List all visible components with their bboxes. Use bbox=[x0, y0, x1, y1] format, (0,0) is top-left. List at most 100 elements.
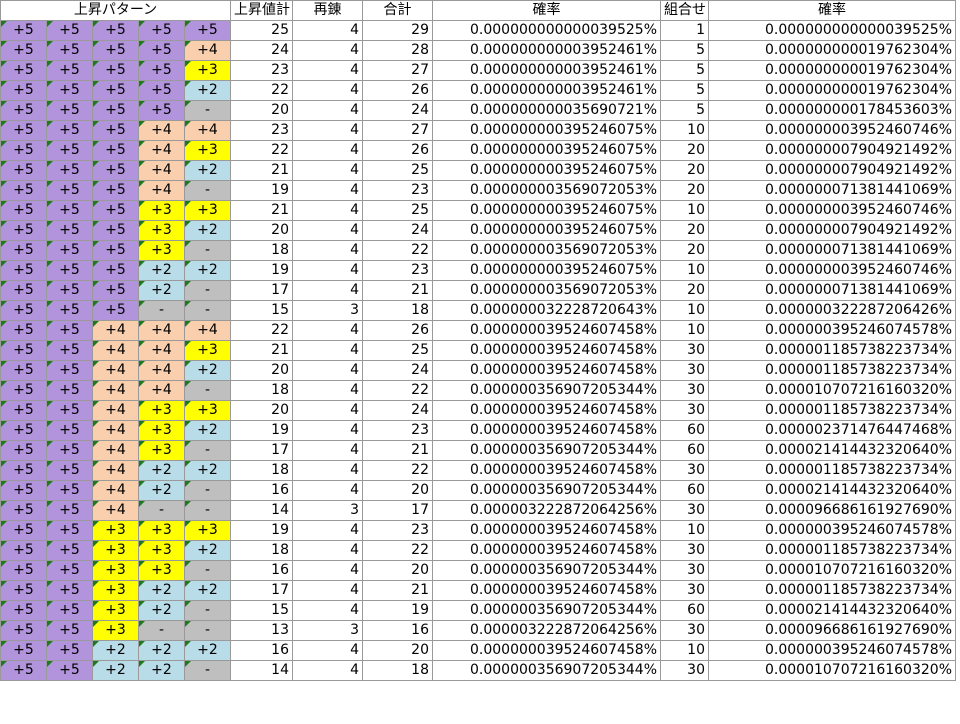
rise-total-cell[interactable]: 16 bbox=[230, 480, 293, 501]
pattern-cell[interactable]: +3 bbox=[92, 600, 139, 621]
total-cell[interactable]: 24 bbox=[362, 360, 433, 381]
pattern-cell[interactable]: +2 bbox=[138, 460, 185, 481]
pattern-cell[interactable]: +3 bbox=[184, 140, 231, 161]
total-cell[interactable]: 20 bbox=[362, 480, 433, 501]
pattern-cell[interactable]: +5 bbox=[46, 320, 93, 341]
probability-cell[interactable]: 0.000000039524607458% bbox=[432, 460, 661, 481]
pattern-cell[interactable]: +5 bbox=[92, 300, 139, 321]
pattern-cell[interactable]: +2 bbox=[184, 160, 231, 181]
probability2-cell[interactable]: 0.000001185738223734% bbox=[708, 340, 956, 361]
total-cell[interactable]: 18 bbox=[362, 660, 433, 681]
header-total[interactable]: 合計 bbox=[362, 0, 433, 21]
pattern-cell[interactable]: +5 bbox=[46, 240, 93, 261]
pattern-cell[interactable]: +2 bbox=[184, 540, 231, 561]
pattern-cell[interactable]: +5 bbox=[46, 640, 93, 661]
pattern-cell[interactable]: +4 bbox=[92, 500, 139, 521]
rise-total-cell[interactable]: 21 bbox=[230, 160, 293, 181]
pattern-cell[interactable]: +5 bbox=[92, 280, 139, 301]
pattern-cell[interactable]: +3 bbox=[92, 620, 139, 641]
total-cell[interactable]: 25 bbox=[362, 200, 433, 221]
renren-cell[interactable]: 4 bbox=[292, 600, 363, 621]
renren-cell[interactable]: 3 bbox=[292, 300, 363, 321]
total-cell[interactable]: 16 bbox=[362, 620, 433, 641]
rise-total-cell[interactable]: 18 bbox=[230, 460, 293, 481]
pattern-cell[interactable]: +4 bbox=[138, 120, 185, 141]
pattern-cell[interactable]: +5 bbox=[0, 580, 47, 601]
pattern-cell[interactable]: +4 bbox=[138, 360, 185, 381]
probability-cell[interactable]: 0.000000000395246075% bbox=[432, 120, 661, 141]
pattern-cell[interactable]: - bbox=[184, 100, 231, 121]
renren-cell[interactable]: 4 bbox=[292, 140, 363, 161]
rise-total-cell[interactable]: 18 bbox=[230, 240, 293, 261]
probability-cell[interactable]: 0.000000000000039525% bbox=[432, 20, 661, 41]
total-cell[interactable]: 18 bbox=[362, 300, 433, 321]
renren-cell[interactable]: 3 bbox=[292, 620, 363, 641]
probability2-cell[interactable]: 0.000000000019762304% bbox=[708, 80, 956, 101]
pattern-cell[interactable]: +3 bbox=[184, 200, 231, 221]
pattern-cell[interactable]: +4 bbox=[92, 340, 139, 361]
renren-cell[interactable]: 4 bbox=[292, 80, 363, 101]
renren-cell[interactable]: 4 bbox=[292, 220, 363, 241]
combinations-cell[interactable]: 30 bbox=[660, 460, 709, 481]
probability2-cell[interactable]: 0.000000395246074578% bbox=[708, 520, 956, 541]
probability-cell[interactable]: 0.000003222872064256% bbox=[432, 620, 661, 641]
pattern-cell[interactable]: +5 bbox=[46, 280, 93, 301]
renren-cell[interactable]: 4 bbox=[292, 160, 363, 181]
rise-total-cell[interactable]: 20 bbox=[230, 360, 293, 381]
probability-cell[interactable]: 0.000000039524607458% bbox=[432, 420, 661, 441]
combinations-cell[interactable]: 30 bbox=[660, 540, 709, 561]
rise-total-cell[interactable]: 22 bbox=[230, 320, 293, 341]
header-pattern[interactable]: 上昇パターン bbox=[0, 0, 231, 21]
pattern-cell[interactable]: +5 bbox=[46, 200, 93, 221]
total-cell[interactable]: 27 bbox=[362, 120, 433, 141]
total-cell[interactable]: 26 bbox=[362, 140, 433, 161]
rise-total-cell[interactable]: 18 bbox=[230, 540, 293, 561]
pattern-cell[interactable]: - bbox=[184, 660, 231, 681]
renren-cell[interactable]: 4 bbox=[292, 20, 363, 41]
pattern-cell[interactable]: +5 bbox=[138, 100, 185, 121]
pattern-cell[interactable]: +3 bbox=[138, 440, 185, 461]
combinations-cell[interactable]: 20 bbox=[660, 280, 709, 301]
pattern-cell[interactable]: +4 bbox=[92, 320, 139, 341]
pattern-cell[interactable]: +4 bbox=[184, 120, 231, 141]
renren-cell[interactable]: 4 bbox=[292, 340, 363, 361]
rise-total-cell[interactable]: 15 bbox=[230, 600, 293, 621]
total-cell[interactable]: 23 bbox=[362, 260, 433, 281]
probability-cell[interactable]: 0.000000032228720643% bbox=[432, 300, 661, 321]
total-cell[interactable]: 25 bbox=[362, 340, 433, 361]
pattern-cell[interactable]: +4 bbox=[138, 180, 185, 201]
combinations-cell[interactable]: 10 bbox=[660, 640, 709, 661]
combinations-cell[interactable]: 10 bbox=[660, 300, 709, 321]
pattern-cell[interactable]: +4 bbox=[92, 460, 139, 481]
combinations-cell[interactable]: 20 bbox=[660, 220, 709, 241]
pattern-cell[interactable]: +5 bbox=[0, 200, 47, 221]
pattern-cell[interactable]: +5 bbox=[46, 100, 93, 121]
pattern-cell[interactable]: - bbox=[138, 300, 185, 321]
rise-total-cell[interactable]: 21 bbox=[230, 340, 293, 361]
pattern-cell[interactable]: +3 bbox=[184, 340, 231, 361]
pattern-cell[interactable]: +5 bbox=[46, 60, 93, 81]
probability-cell[interactable]: 0.000000000003952461% bbox=[432, 80, 661, 101]
pattern-cell[interactable]: +3 bbox=[92, 580, 139, 601]
probability2-cell[interactable]: 0.000000000178453603% bbox=[708, 100, 956, 121]
pattern-cell[interactable]: +5 bbox=[46, 120, 93, 141]
pattern-cell[interactable]: +5 bbox=[46, 440, 93, 461]
pattern-cell[interactable]: +5 bbox=[92, 40, 139, 61]
rise-total-cell[interactable]: 16 bbox=[230, 640, 293, 661]
pattern-cell[interactable]: +2 bbox=[138, 280, 185, 301]
renren-cell[interactable]: 4 bbox=[292, 260, 363, 281]
pattern-cell[interactable]: +5 bbox=[0, 280, 47, 301]
pattern-cell[interactable]: +3 bbox=[138, 240, 185, 261]
total-cell[interactable]: 28 bbox=[362, 40, 433, 61]
combinations-cell[interactable]: 10 bbox=[660, 200, 709, 221]
pattern-cell[interactable]: +4 bbox=[138, 320, 185, 341]
pattern-cell[interactable]: +5 bbox=[46, 340, 93, 361]
pattern-cell[interactable]: - bbox=[184, 600, 231, 621]
renren-cell[interactable]: 4 bbox=[292, 560, 363, 581]
pattern-cell[interactable]: +5 bbox=[0, 220, 47, 241]
pattern-cell[interactable]: +4 bbox=[92, 420, 139, 441]
probability2-cell[interactable]: 0.000000003952460746% bbox=[708, 200, 956, 221]
probability-cell[interactable]: 0.000000000395246075% bbox=[432, 220, 661, 241]
rise-total-cell[interactable]: 23 bbox=[230, 120, 293, 141]
pattern-cell[interactable]: +2 bbox=[138, 660, 185, 681]
